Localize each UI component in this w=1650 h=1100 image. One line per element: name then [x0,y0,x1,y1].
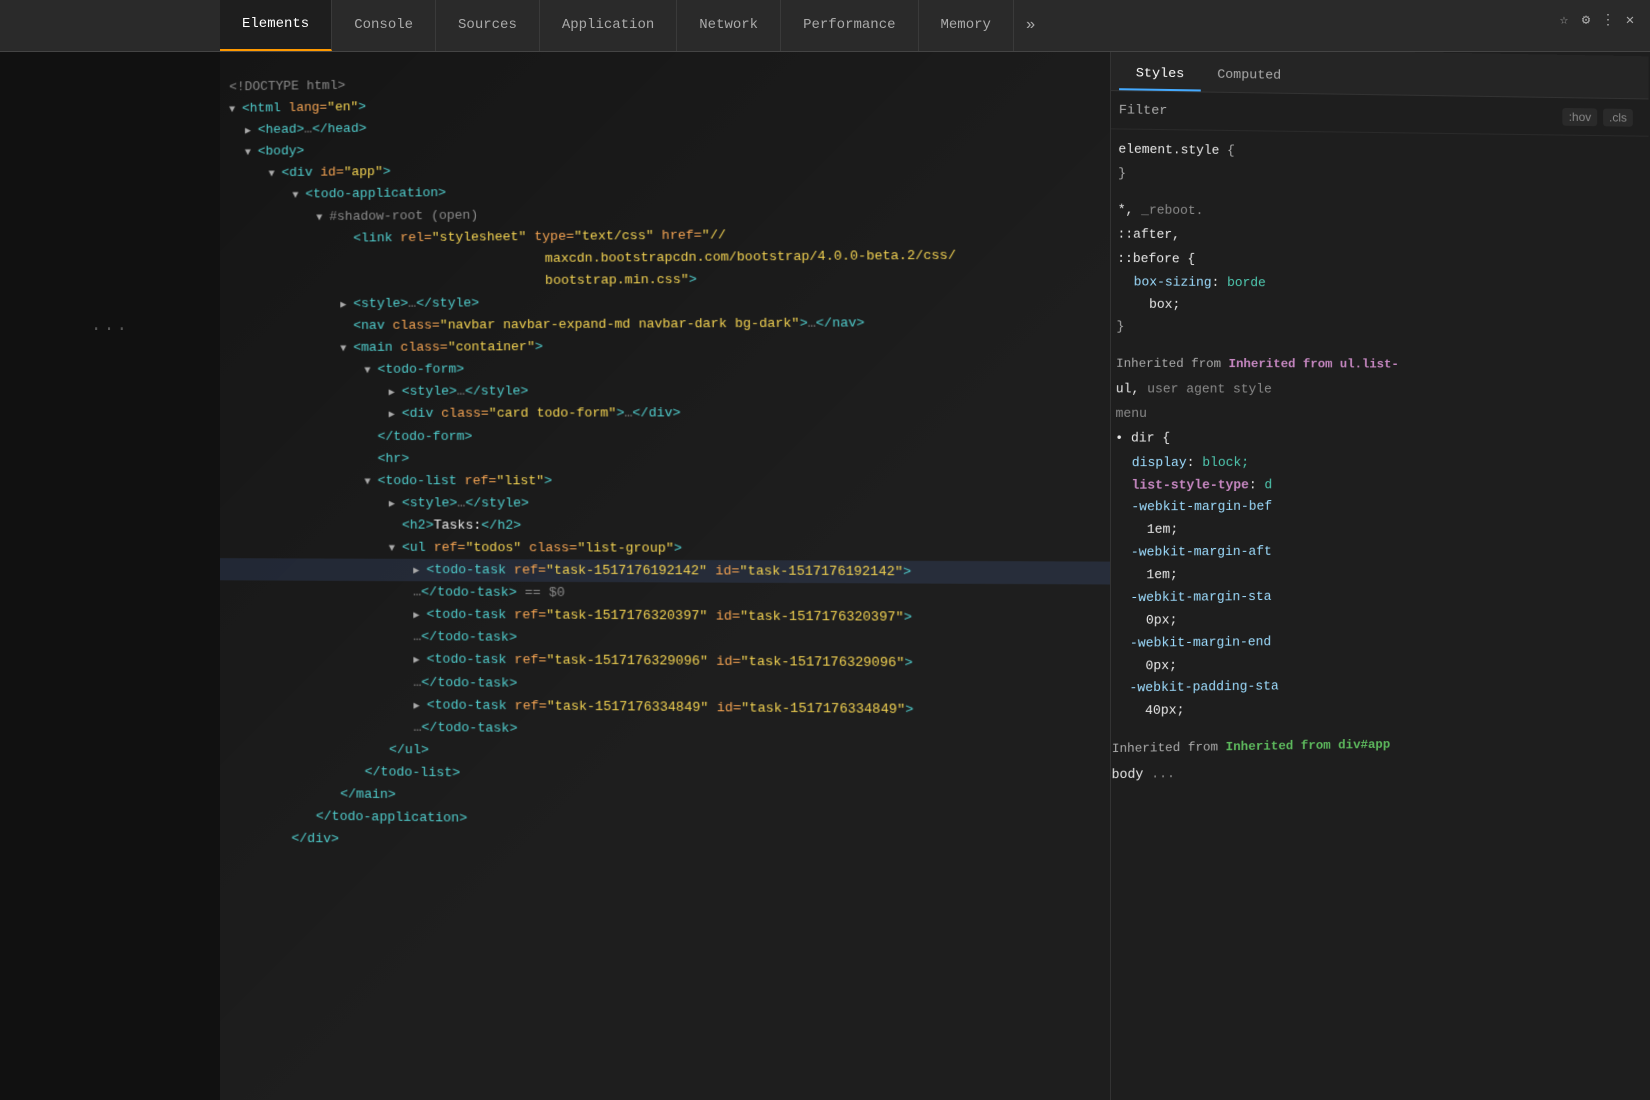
box-sizing-prop: box-sizing: borde [1117,272,1634,297]
dir-selector: • dir { [1115,428,1634,451]
element-style-block: element.style { } [1118,140,1633,192]
element-style-close: } [1118,164,1633,192]
main-container: ... <!DOCTYPE html> <html lang="en"> <he… [0,52,1650,1100]
tab-application[interactable]: Application [540,0,677,51]
wildcard-block: *, _reboot. ::after, ::before { box-sizi… [1116,200,1633,341]
wildcard-close: } [1116,317,1633,341]
body-selector: body ... [1111,756,1635,787]
styles-panel: Styles Computed Filter :hov .cls [1110,52,1650,1100]
after-selector: ::after, [1117,224,1633,250]
css-rules-content: element.style { } *, _reboot. ::after, [1110,129,1650,800]
list-style-prop: list-style-type: d [1115,474,1635,498]
dom-line-style2: <style>…</style> [220,379,1110,404]
inherited-ul-label: Inherited from Inherited from ul.list- [1116,354,1634,377]
display-prop: display: block; [1115,452,1634,475]
dom-line-main: <main class="container"> [220,333,1110,359]
dom-line-div-card: <div class="card todo-form">…</div> [220,402,1110,426]
tab-console[interactable]: Console [332,0,436,51]
devtools-tab-bar: Elements Console Sources Application Net… [0,0,1650,52]
styles-tab-styles[interactable]: Styles [1119,57,1201,91]
ul-selector: ul, user agent style [1116,379,1634,402]
close-devtools-icon[interactable]: ✕ [1622,12,1638,28]
sidebar-dots: ... [91,316,129,336]
tab-performance[interactable]: Performance [781,0,918,51]
menu-selector: menu [1115,403,1634,425]
dom-line-h2: <h2>Tasks:</h2> [220,514,1110,539]
tab-sources[interactable]: Sources [436,0,540,51]
dom-line-todo-list: <todo-list ref="list"> [220,470,1110,493]
cls-filter-button[interactable]: .cls [1603,108,1633,126]
inherited-div-label: Inherited from Inherited from div#app [1112,731,1636,761]
tab-network[interactable]: Network [677,0,781,51]
dom-line-close-todo-form: </todo-form> [220,424,1110,447]
bookmark-icon[interactable]: ☆ [1556,12,1572,28]
window-controls: ☆ ⚙ ⋮ ✕ [1556,12,1638,28]
tab-memory[interactable]: Memory [919,0,1014,51]
hov-filter-button[interactable]: :hov [1563,107,1598,125]
webkit-margin-before: -webkit-margin-bef [1114,495,1634,519]
before-selector: ::before { [1117,248,1633,274]
dom-panel[interactable]: <!DOCTYPE html> <html lang="en"> <head>…… [220,52,1110,1100]
dom-line-hr: <hr> [220,447,1110,470]
dom-line-link: <link rel="stylesheet" type="text/css" h… [221,220,1110,294]
box-val: box; [1117,295,1634,320]
tab-more-button[interactable]: » [1014,0,1048,51]
left-sidebar: ... [0,52,220,1100]
ul-rule-block: ul, user agent style menu • dir { displa… [1112,379,1635,724]
webkit-margin-before-val: 1em; [1114,517,1634,542]
settings-icon[interactable]: ⚙ [1578,12,1594,28]
dom-tree: <!DOCTYPE html> <html lang="en"> <head>…… [220,55,1110,871]
tab-elements[interactable]: Elements [220,0,332,51]
more-options-icon[interactable]: ⋮ [1600,12,1616,28]
dom-line-style3: <style>…</style> [220,492,1110,516]
dom-line-todo-form: <todo-form> [220,356,1110,381]
wildcard-selector: *, _reboot. [1118,200,1634,227]
styles-tab-computed[interactable]: Computed [1201,58,1298,93]
filter-label: Filter [1119,102,1168,118]
